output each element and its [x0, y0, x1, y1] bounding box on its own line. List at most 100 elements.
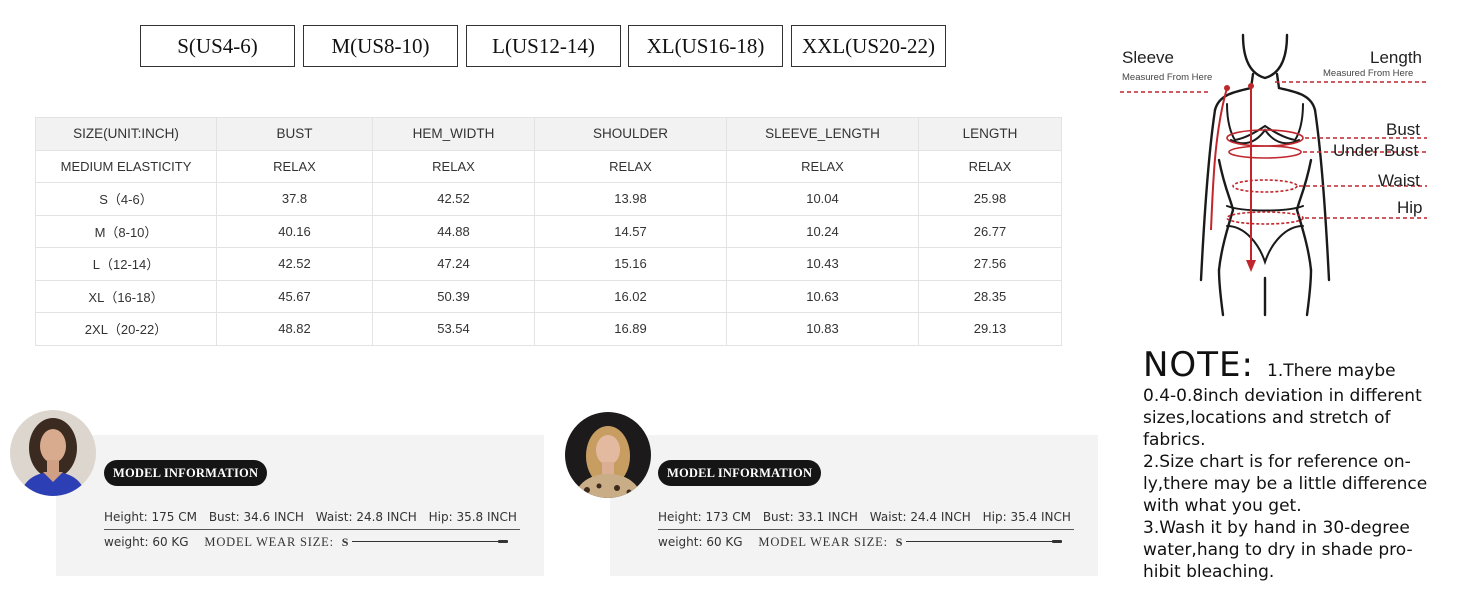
- note-title: NOTE:: [1143, 345, 1254, 385]
- table-subheader-cell: RELAX: [372, 149, 535, 183]
- model-height: Height: 173 CM: [658, 510, 751, 524]
- note-first-line: 1.There maybe: [1267, 361, 1396, 381]
- table-cell: 42.52: [216, 247, 373, 281]
- table-header-cell: LENGTH: [918, 117, 1062, 151]
- size-tab-xl[interactable]: XL(US16-18): [628, 25, 783, 67]
- table-row: XL（16-18） 45.67 50.39 16.02 10.63 28.35: [35, 279, 1062, 313]
- model-avatar: [10, 410, 96, 496]
- table-cell: 53.54: [372, 312, 535, 346]
- table-cell: 10.04: [726, 182, 919, 216]
- table-row: L（12-14） 42.52 47.24 15.16 10.43 27.56: [35, 247, 1062, 281]
- table-cell: M（8-10）: [35, 214, 217, 248]
- table-cell: 25.98: [918, 182, 1062, 216]
- table-cell: S（4-6）: [35, 182, 217, 216]
- model-measurements: Height: 175 CM Bust: 34.6 INCH Waist: 24…: [104, 510, 525, 524]
- size-tab-m[interactable]: M(US8-10): [303, 25, 458, 67]
- divider: [104, 529, 520, 530]
- note-line: ly,there may be a little difference: [1143, 474, 1428, 494]
- model-wear-size-label: MODEL WEAR SIZE:: [204, 535, 334, 549]
- table-cell: 27.56: [918, 247, 1062, 281]
- table-header-row: SIZE(UNIT:INCH) BUST HEM_WIDTH SHOULDER …: [35, 117, 1062, 151]
- model-weight: weight: 60 KG: [658, 535, 743, 549]
- table-cell: 10.83: [726, 312, 919, 346]
- table-header-cell: BUST: [216, 117, 373, 151]
- table-header-cell: SIZE(UNIT:INCH): [35, 117, 217, 151]
- table-cell: 47.24: [372, 247, 535, 281]
- table-cell: 26.77: [918, 214, 1062, 248]
- diagram-label-waist: Waist: [1378, 171, 1420, 190]
- table-subheader-row: MEDIUM ELASTICITY RELAX RELAX RELAX RELA…: [35, 149, 1062, 183]
- note-line: 0.4-0.8inch deviation in different: [1143, 386, 1422, 406]
- divider: [658, 529, 1074, 530]
- model-weight-row: weight: 60 KG MODEL WEAR SIZE: S: [104, 535, 348, 550]
- table-header-cell: SLEEVE_LENGTH: [726, 117, 919, 151]
- model-wear-size-label: MODEL WEAR SIZE:: [758, 535, 888, 549]
- diagram-label-hip: Hip: [1397, 198, 1423, 217]
- size-chart-table: SIZE(UNIT:INCH) BUST HEM_WIDTH SHOULDER …: [35, 117, 1062, 346]
- table-header-cell: SHOULDER: [534, 117, 727, 151]
- note-line: sizes,locations and stretch of: [1143, 408, 1391, 428]
- table-subheader-cell: RELAX: [726, 149, 919, 183]
- size-tab-s[interactable]: S(US4-6): [140, 25, 295, 67]
- table-cell: XL（16-18）: [35, 279, 217, 313]
- divider: [906, 541, 1054, 542]
- table-cell: 50.39: [372, 279, 535, 313]
- model-information-badge: MODEL INFORMATION: [658, 460, 822, 486]
- table-cell: 28.35: [918, 279, 1062, 313]
- model-waist: Waist: 24.4 INCH: [869, 510, 971, 524]
- table-cell: 42.52: [372, 182, 535, 216]
- divider: [352, 541, 500, 542]
- table-cell: 16.89: [534, 312, 727, 346]
- table-subheader-cell: RELAX: [534, 149, 727, 183]
- model-information-badge: MODEL INFORMATION: [104, 460, 268, 486]
- model-wear-size: S: [341, 535, 349, 549]
- diagram-label-sleeve: Sleeve: [1122, 48, 1174, 67]
- diagram-label-under-bust: Under Bust: [1333, 141, 1419, 160]
- table-subheader-cell: RELAX: [918, 149, 1062, 183]
- line-end-marker: [1052, 540, 1062, 543]
- table-cell: 16.02: [534, 279, 727, 313]
- line-end-marker: [498, 540, 508, 543]
- table-cell: 37.8: [216, 182, 373, 216]
- model-info-panel-1: [56, 435, 544, 576]
- model-hip: Hip: 35.8 INCH: [428, 510, 517, 524]
- table-cell: 44.88: [372, 214, 535, 248]
- note-line: with what you get.: [1143, 496, 1302, 516]
- table-cell: 10.63: [726, 279, 919, 313]
- model-info-panel-2: [610, 435, 1098, 576]
- table-cell: 15.16: [534, 247, 727, 281]
- size-tab-l[interactable]: L(US12-14): [466, 25, 621, 67]
- model-bust: Bust: 34.6 INCH: [208, 510, 304, 524]
- model-measurements: Height: 173 CM Bust: 33.1 INCH Waist: 24…: [658, 510, 1079, 524]
- diagram-label-sleeve-sub: Measured From Here: [1122, 72, 1213, 83]
- note-line: hibit bleaching.: [1143, 562, 1275, 582]
- model-hip: Hip: 35.4 INCH: [982, 510, 1071, 524]
- table-cell: 45.67: [216, 279, 373, 313]
- table-cell: 48.82: [216, 312, 373, 346]
- note-line: water,hang to dry in shade pro-: [1143, 540, 1413, 560]
- diagram-label-length-sub: Measured From Here: [1323, 68, 1414, 79]
- table-cell: 14.57: [534, 214, 727, 248]
- note-line: 3.Wash it by hand in 30-degree: [1143, 518, 1410, 538]
- table-row: M（8-10） 40.16 44.88 14.57 10.24 26.77: [35, 214, 1062, 248]
- table-cell: L（12-14）: [35, 247, 217, 281]
- table-cell: 10.24: [726, 214, 919, 248]
- table-subheader-cell: RELAX: [216, 149, 373, 183]
- model-waist: Waist: 24.8 INCH: [315, 510, 417, 524]
- table-row: S（4-6） 37.8 42.52 13.98 10.04 25.98: [35, 182, 1062, 216]
- table-cell: 2XL（20-22）: [35, 312, 217, 346]
- table-subheader-cell: MEDIUM ELASTICITY: [35, 149, 217, 183]
- body-measurement-diagram: Sleeve Measured From Here Length Measure…: [1115, 30, 1435, 320]
- table-cell: 40.16: [216, 214, 373, 248]
- size-tab-xxl[interactable]: XXL(US20-22): [791, 25, 946, 67]
- model-wear-size: S: [895, 535, 903, 549]
- table-cell: 29.13: [918, 312, 1062, 346]
- size-note: NOTE: 1.There maybe 0.4-0.8inch deviatio…: [1143, 345, 1443, 583]
- note-line: 2.Size chart is for reference on-: [1143, 452, 1411, 472]
- model-weight: weight: 60 KG: [104, 535, 189, 549]
- diagram-label-length: Length: [1370, 48, 1422, 67]
- table-row: 2XL（20-22） 48.82 53.54 16.89 10.83 29.13: [35, 312, 1062, 346]
- note-line: fabrics.: [1143, 430, 1206, 450]
- table-cell: 10.43: [726, 247, 919, 281]
- model-weight-row: weight: 60 KG MODEL WEAR SIZE: S: [658, 535, 902, 550]
